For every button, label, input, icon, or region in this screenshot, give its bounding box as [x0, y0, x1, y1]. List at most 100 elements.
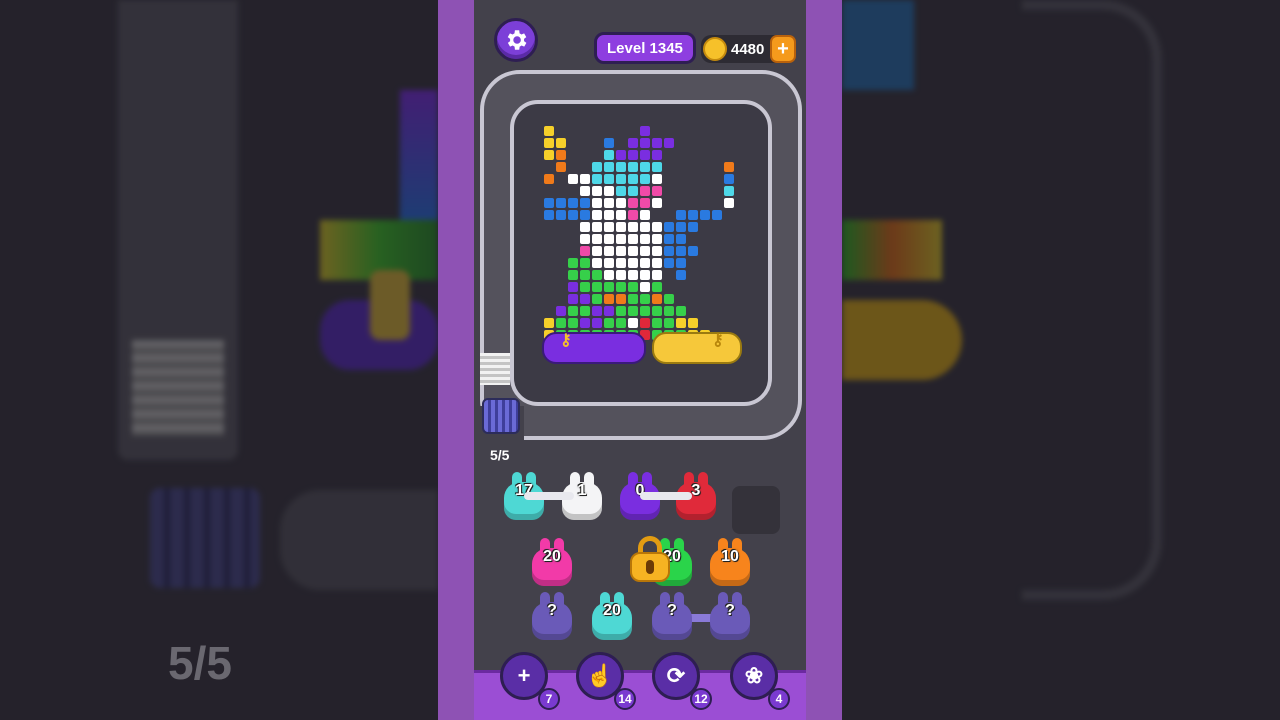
pixel-block — [724, 186, 734, 196]
locked-slot[interactable] — [630, 536, 670, 584]
pixel-block — [616, 222, 626, 232]
pixel-block — [652, 270, 662, 280]
game-screen: Level 1345 4480 + 5/5 ⚷ ⚷ 17 1 0 3 20 20… — [474, 0, 806, 720]
pixel-block — [640, 234, 650, 244]
pixel-block — [592, 294, 602, 304]
pixel-block — [628, 294, 638, 304]
pixel-block — [640, 198, 650, 208]
bunny-token[interactable]: ? — [708, 592, 752, 642]
pixel-block — [544, 318, 554, 328]
pixel-block — [652, 150, 662, 160]
coin-icon — [703, 37, 727, 61]
pixel-block — [628, 138, 638, 148]
pixel-block — [592, 174, 602, 184]
pixel-block — [616, 162, 626, 172]
pixel-block — [604, 210, 614, 220]
pixel-block — [640, 294, 650, 304]
pixel-block — [628, 306, 638, 316]
pixel-block — [616, 150, 626, 160]
pixel-block — [580, 318, 590, 328]
pixel-block — [628, 198, 638, 208]
pixel-block — [676, 222, 686, 232]
coin-counter: 4480 + — [701, 35, 796, 63]
pixel-block — [652, 234, 662, 244]
pixel-block — [640, 318, 650, 328]
pixel-block — [592, 186, 602, 196]
pixel-block — [676, 318, 686, 328]
bunny-token[interactable]: 20 — [590, 592, 634, 642]
bunny-count: ? — [547, 602, 557, 619]
pixel-block — [640, 126, 650, 136]
pixel-block — [700, 210, 710, 220]
pixel-block — [604, 186, 614, 196]
key-icon: ⚷ — [712, 332, 724, 349]
pixel-block — [628, 162, 638, 172]
bunny-link — [640, 492, 692, 500]
pixel-block — [628, 186, 638, 196]
pixel-block — [556, 318, 566, 328]
pixel-block — [628, 270, 638, 280]
pixel-block — [652, 318, 662, 328]
pixel-block — [544, 210, 554, 220]
pixel-block — [616, 282, 626, 292]
pixel-block — [568, 306, 578, 316]
pixel-block — [604, 270, 614, 280]
settings-button[interactable] — [494, 18, 538, 62]
empty-slot[interactable] — [732, 486, 780, 534]
pixel-block — [640, 306, 650, 316]
pixel-block — [592, 162, 602, 172]
yellow-pipe — [652, 332, 742, 364]
pixel-block — [568, 294, 578, 304]
add-coins-button[interactable]: + — [770, 35, 796, 63]
pixel-block — [592, 198, 602, 208]
purple-pipe — [542, 332, 646, 364]
pixel-block — [580, 198, 590, 208]
pixel-block — [568, 198, 578, 208]
pixel-block — [544, 174, 554, 184]
pixel-block — [592, 210, 602, 220]
pixel-block — [616, 258, 626, 268]
pixel-block — [556, 162, 566, 172]
pixel-block — [664, 258, 674, 268]
bunny-token[interactable]: ? — [530, 592, 574, 642]
right-backdrop — [842, 0, 1280, 720]
side-counter-left: 5/5 — [168, 637, 232, 689]
bunny-link — [524, 492, 574, 500]
booster-count-badge: 12 — [690, 688, 712, 710]
pixel-block — [652, 282, 662, 292]
pixel-block — [652, 198, 662, 208]
phone-frame: Level 1345 4480 + 5/5 ⚷ ⚷ 17 1 0 3 20 20… — [438, 0, 842, 720]
pixel-block — [592, 282, 602, 292]
pixel-block — [592, 222, 602, 232]
pixel-block — [568, 318, 578, 328]
level-indicator: Level 1345 — [594, 32, 696, 64]
pixel-block — [640, 222, 650, 232]
pixel-block — [724, 162, 734, 172]
pixel-block — [652, 294, 662, 304]
pixel-block — [652, 186, 662, 196]
pixel-block — [544, 138, 554, 148]
bunny-token[interactable]: 20 — [530, 538, 574, 588]
pixel-block — [652, 306, 662, 316]
pixel-block — [616, 174, 626, 184]
pixel-block — [556, 306, 566, 316]
pixel-block — [556, 210, 566, 220]
pixel-block — [592, 318, 602, 328]
pixel-block — [592, 234, 602, 244]
pixel-block — [616, 210, 626, 220]
booster-count-badge: 7 — [538, 688, 560, 710]
bunny-token[interactable]: 10 — [708, 538, 752, 588]
pixel-block — [616, 246, 626, 256]
bunny-token[interactable]: ? — [650, 592, 694, 642]
pixel-block — [628, 210, 638, 220]
pixel-block — [616, 186, 626, 196]
pixel-block — [640, 210, 650, 220]
shuffle-icon: ⟳ — [666, 663, 686, 688]
pixel-block — [580, 282, 590, 292]
pixel-block — [664, 318, 674, 328]
pixel-block — [580, 294, 590, 304]
pixel-block — [568, 258, 578, 268]
pixel-block — [556, 198, 566, 208]
pixel-block — [664, 222, 674, 232]
pixel-block — [580, 174, 590, 184]
